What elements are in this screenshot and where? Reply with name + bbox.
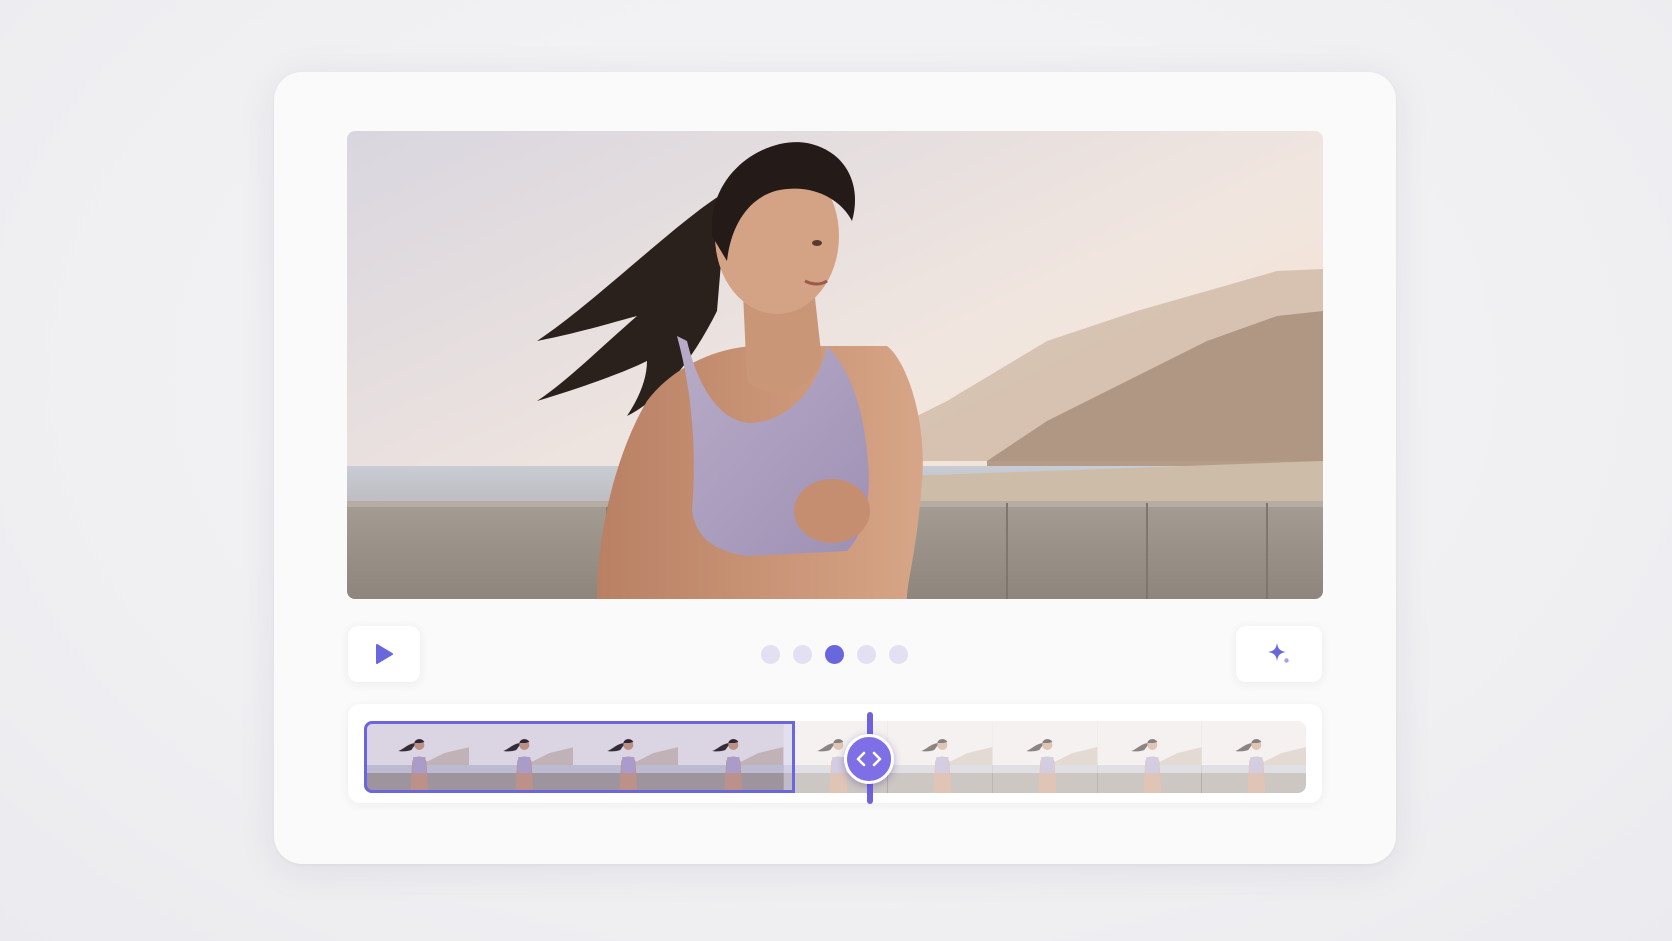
video-preview[interactable] — [347, 131, 1323, 599]
filmstrip-frame[interactable] — [678, 721, 784, 793]
filmstrip[interactable] — [364, 721, 1306, 793]
playhead-handle[interactable] — [844, 734, 894, 784]
play-button[interactable] — [348, 626, 420, 682]
code-arrows-icon — [856, 751, 882, 767]
filmstrip-frame[interactable] — [573, 721, 679, 793]
pagination-dot-5[interactable] — [889, 644, 908, 664]
video-editor-card — [274, 72, 1396, 864]
filmstrip-frame[interactable] — [1096, 721, 1203, 793]
filmstrip-frame[interactable] — [1201, 721, 1306, 793]
pagination-dot-4[interactable] — [857, 644, 876, 664]
video-frame-image — [347, 131, 1323, 599]
filmstrip-frame[interactable] — [992, 721, 1098, 793]
pagination-dots — [761, 643, 908, 665]
pagination-dot-1[interactable] — [761, 644, 780, 664]
pagination-dot-2[interactable] — [793, 644, 812, 664]
sparkle-icon — [1268, 643, 1289, 663]
filmstrip-frame[interactable] — [887, 721, 993, 793]
timeline-panel — [348, 704, 1322, 804]
filmstrip-frame[interactable] — [468, 721, 575, 793]
pagination-dot-3-active[interactable] — [825, 644, 844, 664]
filmstrip-frame[interactable] — [364, 721, 470, 793]
ai-enhance-button[interactable] — [1236, 626, 1322, 682]
play-icon — [376, 644, 393, 664]
